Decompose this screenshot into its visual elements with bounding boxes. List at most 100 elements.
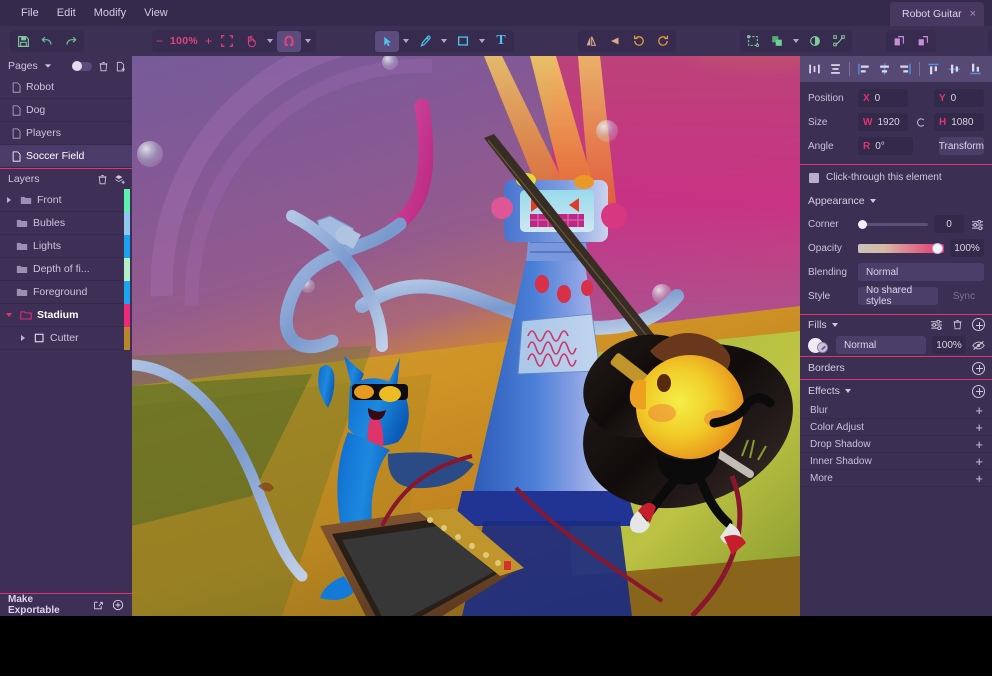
menu-item-view[interactable]: View	[135, 0, 177, 26]
add-export-icon[interactable]	[112, 599, 124, 611]
rectangle-tool-button[interactable]	[451, 31, 475, 52]
eye-hidden-icon[interactable]	[972, 340, 985, 351]
fill-blend-select[interactable]: Normal	[836, 336, 926, 354]
add-more-icon[interactable]: +	[975, 472, 983, 485]
layer-row-lights[interactable]: Lights	[0, 235, 132, 258]
add-blur-icon[interactable]: +	[975, 404, 983, 417]
size-h-field[interactable]: H 1080	[934, 113, 984, 131]
page-item-soccer-field[interactable]: Soccer Field	[0, 145, 132, 168]
zoom-in-button[interactable]: +	[202, 34, 215, 48]
fit-to-screen-button[interactable]	[215, 31, 239, 52]
close-icon[interactable]: ×	[970, 9, 976, 20]
corner-settings-icon[interactable]	[970, 219, 984, 230]
flip-vertical-button[interactable]	[603, 31, 627, 52]
align-top-icon[interactable]	[923, 59, 944, 80]
document-tab[interactable]: Robot Guitar ×	[890, 2, 984, 26]
align-middle-vertical-icon[interactable]	[944, 59, 965, 80]
align-center-horizontal-icon[interactable]	[874, 59, 895, 80]
effect-row-drop-shadow[interactable]: Drop Shadow +	[800, 436, 992, 453]
page-item-robot[interactable]: Robot	[0, 76, 132, 99]
layer-row-foreground[interactable]: Foreground	[0, 281, 132, 304]
menu-item-edit[interactable]: Edit	[48, 0, 85, 26]
fill-row[interactable]: Normal 100%	[800, 334, 992, 356]
corner-slider[interactable]	[858, 223, 928, 226]
angle-r-field[interactable]: R 0°	[858, 137, 913, 155]
opacity-value[interactable]: 100%	[950, 239, 984, 257]
add-drop-shadow-icon[interactable]: +	[975, 438, 983, 451]
position-x-field[interactable]: X 0	[858, 89, 908, 107]
blending-select[interactable]: Normal	[858, 263, 984, 281]
layer-row-cutter[interactable]: Cutter	[0, 327, 132, 350]
mask-button[interactable]	[741, 31, 765, 52]
zoom-level-label[interactable]: 100%	[166, 35, 202, 47]
align-right-icon[interactable]	[895, 59, 916, 80]
chevron-down-icon[interactable]	[263, 31, 277, 52]
canvas-artboard[interactable]	[132, 56, 800, 616]
disclosure-triangle-icon[interactable]	[3, 197, 15, 203]
chevron-down-icon-snap[interactable]	[301, 31, 315, 52]
align-bottom-icon[interactable]	[965, 59, 986, 80]
trash-icon-fills[interactable]	[952, 319, 963, 330]
aspect-ratio-link-icon[interactable]	[914, 117, 928, 128]
pages-visibility-toggle[interactable]	[72, 62, 92, 71]
add-fill-icon[interactable]	[972, 318, 985, 331]
page-item-players[interactable]: Players	[0, 122, 132, 145]
chevron-down-icon-appearance[interactable]	[870, 199, 876, 203]
trash-icon-layers[interactable]	[97, 174, 108, 185]
snap-magnet-button[interactable]	[277, 31, 301, 52]
layer-row-bubles[interactable]: Bubles	[0, 212, 132, 235]
ungroup-button[interactable]	[911, 31, 935, 52]
corner-slider-knob[interactable]	[858, 220, 867, 229]
fill-opacity-value[interactable]: 100%	[932, 336, 966, 354]
chevron-down-icon-fills[interactable]	[832, 323, 838, 327]
move-tool-button[interactable]	[375, 31, 399, 52]
chevron-down-icon-pen[interactable]	[437, 31, 451, 52]
effect-row-inner-shadow[interactable]: Inner Shadow +	[800, 453, 992, 470]
distribute-vertical-icon[interactable]	[825, 59, 846, 80]
add-page-icon[interactable]	[115, 61, 126, 72]
style-select[interactable]: No shared styles	[858, 287, 938, 305]
distribute-horizontal-icon[interactable]	[804, 59, 825, 80]
align-left-icon[interactable]	[853, 59, 874, 80]
add-color-adjust-icon[interactable]: +	[975, 421, 983, 434]
corner-value[interactable]: 0	[934, 215, 964, 233]
click-through-checkbox[interactable]	[809, 173, 819, 183]
zoom-out-button[interactable]: −	[153, 34, 166, 48]
disclosure-triangle-icon[interactable]	[3, 313, 15, 317]
transform-button[interactable]: Transform	[939, 137, 984, 155]
chevron-down-icon-pages[interactable]	[44, 62, 52, 70]
layer-row-stadium[interactable]: Stadium	[0, 304, 132, 327]
menu-item-file[interactable]: File	[12, 0, 48, 26]
redo-button[interactable]	[59, 31, 83, 52]
effect-row-blur[interactable]: Blur +	[800, 402, 992, 419]
menu-item-modify[interactable]: Modify	[85, 0, 135, 26]
flip-horizontal-button[interactable]	[579, 31, 603, 52]
click-through-row[interactable]: Click-through this element	[800, 165, 992, 191]
sync-button[interactable]: Sync	[944, 287, 984, 305]
fill-settings-icon[interactable]	[930, 319, 943, 330]
edit-nodes-button[interactable]	[827, 31, 851, 52]
rotate-ccw-button[interactable]	[627, 31, 651, 52]
add-border-icon[interactable]	[972, 362, 985, 375]
add-inner-shadow-icon[interactable]: +	[975, 455, 983, 468]
add-layer-icon[interactable]	[114, 174, 126, 185]
effect-row-more[interactable]: More +	[800, 470, 992, 487]
disclosure-triangle-icon[interactable]	[17, 335, 29, 341]
position-y-field[interactable]: Y 0	[934, 89, 984, 107]
text-tool-button[interactable]: T	[489, 31, 513, 52]
pen-tool-button[interactable]	[413, 31, 437, 52]
layer-row-front[interactable]: Front	[0, 189, 132, 212]
effect-row-color-adjust[interactable]: Color Adjust +	[800, 419, 992, 436]
chevron-down-icon-bool[interactable]	[789, 31, 803, 52]
slice-icon[interactable]	[93, 600, 104, 611]
save-button[interactable]	[11, 31, 35, 52]
size-w-field[interactable]: W 1920	[858, 113, 908, 131]
undo-button[interactable]	[35, 31, 59, 52]
chevron-down-icon-effects[interactable]	[845, 389, 851, 393]
contrast-button[interactable]	[803, 31, 827, 52]
chevron-down-icon-rect[interactable]	[475, 31, 489, 52]
trash-icon-pages[interactable]	[98, 61, 109, 72]
page-item-dog[interactable]: Dog	[0, 99, 132, 122]
boolean-union-button[interactable]	[765, 31, 789, 52]
add-effect-icon[interactable]	[972, 385, 985, 398]
